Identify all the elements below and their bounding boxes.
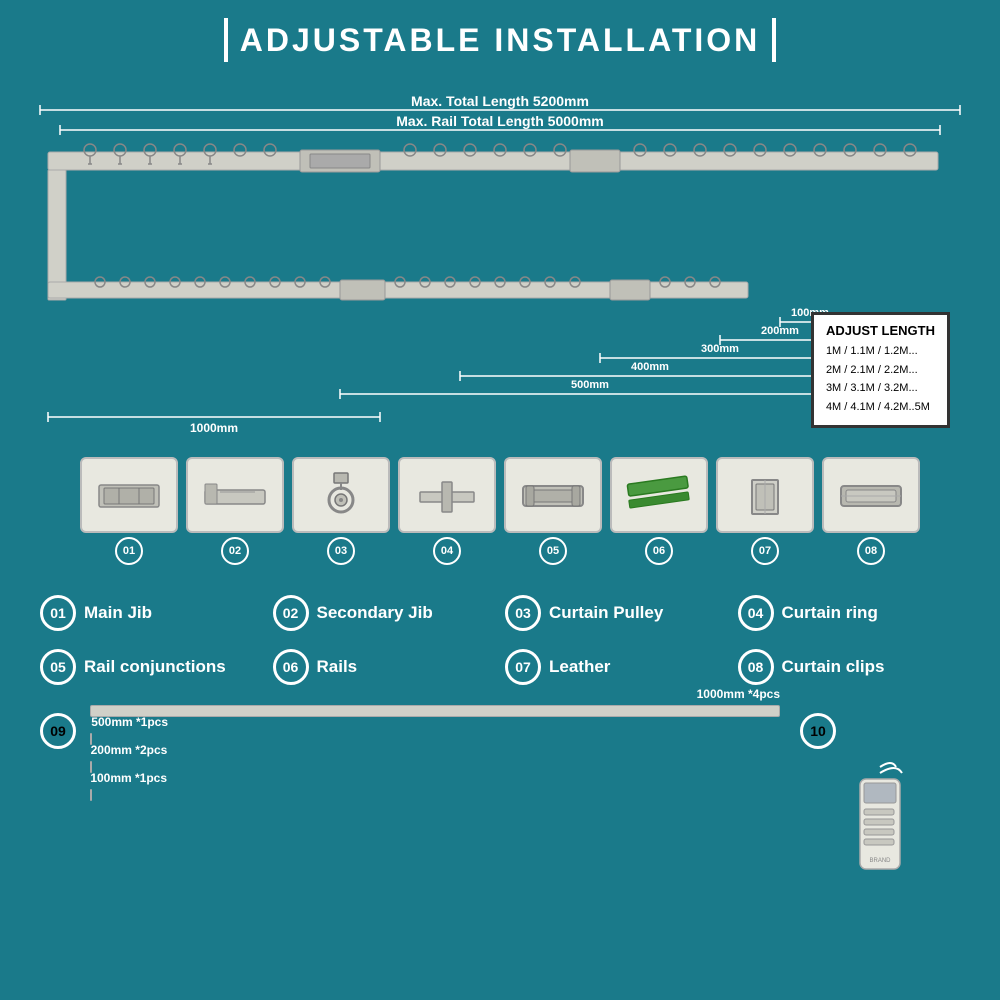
part-02-box: [186, 457, 284, 533]
part-08-icon: [836, 470, 906, 520]
part-04-num: 04: [433, 537, 461, 565]
part-06-num: 06: [645, 537, 673, 565]
bar-1000-label: 1000mm *4pcs: [697, 687, 780, 701]
label-07: 07 Leather: [505, 649, 728, 685]
circle-10: 10: [800, 713, 836, 749]
part-01-icon: [94, 470, 164, 520]
svg-text:Max. Rail Total Length 5000mm: Max. Rail Total Length 5000mm: [396, 113, 603, 129]
circle-08: 08: [738, 649, 774, 685]
label-02: 02 Secondary Jib: [273, 595, 496, 631]
part-02-icon: [200, 470, 270, 520]
label-03: 03 Curtain Pulley: [505, 595, 728, 631]
part-05-box: [504, 457, 602, 533]
part-02-container: 02: [186, 457, 284, 565]
part-07-icon: [730, 470, 800, 520]
part-02-num: 02: [221, 537, 249, 565]
circle-05: 05: [40, 649, 76, 685]
part-01-box: [80, 457, 178, 533]
circle-02: 02: [273, 595, 309, 631]
title-bar-right: [772, 18, 776, 62]
label-04: 04 Curtain ring: [738, 595, 961, 631]
adjust-line: 1M / 1.1M / 1.2M...: [826, 342, 935, 361]
part-08-box: [822, 457, 920, 533]
svg-text:300mm: 300mm: [701, 343, 739, 355]
label-08-text: Curtain clips: [782, 657, 885, 677]
label-03-text: Curtain Pulley: [549, 603, 663, 623]
part-03-num: 03: [327, 537, 355, 565]
adjust-line: 2M / 2.1M / 2.2M...: [826, 361, 935, 380]
part-08-num: 08: [857, 537, 885, 565]
adjust-line: 4M / 4.1M / 4.2M..5M: [826, 398, 935, 417]
label-01: 01 Main Jib: [40, 595, 263, 631]
part-03-container: 03: [292, 457, 390, 565]
parts-labels-grid: 01 Main Jib 02 Secondary Jib 03 Curtain …: [0, 565, 1000, 695]
part-03-icon: [306, 468, 376, 523]
railbar-100: 100mm *1pcs: [90, 789, 92, 801]
svg-text:Max. Total Length 5200mm: Max. Total Length 5200mm: [411, 93, 589, 109]
circle-03: 03: [505, 595, 541, 631]
part-07-num: 07: [751, 537, 779, 565]
adjust-title: ADJUST LENGTH: [826, 323, 935, 338]
bar-1000-visual: [90, 705, 780, 717]
label-06: 06 Rails: [273, 649, 496, 685]
part-05-icon: [518, 470, 588, 520]
part-05-container: 05: [504, 457, 602, 565]
section-09: 09 1000mm *4pcs 500mm *1pcs 200mm *2pcs …: [40, 705, 780, 835]
part-04-container: 04: [398, 457, 496, 565]
adjust-line: 3M / 3.1M / 3.2M...: [826, 379, 935, 398]
label-05: 05 Rail conjunctions: [40, 649, 263, 685]
part-06-box: [610, 457, 708, 533]
rail-bars-area: 1000mm *4pcs 500mm *1pcs 200mm *2pcs 100…: [90, 705, 780, 835]
part-01-container: 01: [80, 457, 178, 565]
svg-text:BRAND: BRAND: [869, 858, 891, 864]
title-bar: ADJUSTABLE INSTALLATION: [0, 0, 1000, 72]
circle-09: 09: [40, 713, 76, 749]
num-10-header: 10: [800, 713, 836, 749]
svg-text:200mm: 200mm: [761, 325, 799, 337]
circle-07: 07: [505, 649, 541, 685]
circle-04: 04: [738, 595, 774, 631]
label-01-text: Main Jib: [84, 603, 152, 623]
part-04-icon: [412, 470, 482, 520]
part-03-box: [292, 457, 390, 533]
label-07-text: Leather: [549, 657, 610, 677]
label-05-text: Rail conjunctions: [84, 657, 226, 677]
adjust-length-box: ADJUST LENGTH 1M / 1.1M / 1.2M...2M / 2.…: [811, 312, 950, 428]
label-08: 08 Curtain clips: [738, 649, 961, 685]
svg-text:500mm: 500mm: [571, 379, 609, 391]
adjust-lines: 1M / 1.1M / 1.2M...2M / 2.1M / 2.2M...3M…: [826, 342, 935, 417]
part-08-container: 08: [822, 457, 920, 565]
bar-100-visual: [90, 789, 92, 801]
parts-icons-row: 01 02 03: [0, 457, 1000, 565]
page-title: ADJUSTABLE INSTALLATION: [240, 22, 761, 59]
part-05-num: 05: [539, 537, 567, 565]
bar-100-label: 100mm *1pcs: [90, 771, 167, 785]
circle-06: 06: [273, 649, 309, 685]
part-04-box: [398, 457, 496, 533]
part-01-num: 01: [115, 537, 143, 565]
label-02-text: Secondary Jib: [317, 603, 433, 623]
part-06-container: 06: [610, 457, 708, 565]
part-07-container: 07: [716, 457, 814, 565]
remote-icon: BRAND: [840, 759, 920, 879]
bar-500-label: 500mm *1pcs: [91, 715, 168, 729]
label-06-text: Rails: [317, 657, 358, 677]
section-10: 10 BRAND: [800, 705, 960, 879]
circle-01: 01: [40, 595, 76, 631]
bottom-section: 09 1000mm *4pcs 500mm *1pcs 200mm *2pcs …: [0, 695, 1000, 879]
bar-200-label: 200mm *2pcs: [91, 743, 168, 757]
svg-text:1000mm: 1000mm: [190, 421, 238, 435]
part-06-icon: [624, 470, 694, 520]
svg-text:400mm: 400mm: [631, 361, 669, 373]
title-bar-left: [224, 18, 228, 62]
num-09: 09: [40, 705, 76, 749]
railbar-1000: 1000mm *4pcs: [90, 705, 780, 717]
label-04-text: Curtain ring: [782, 603, 878, 623]
diagram-area: Max. Total Length 5200mm Max. Rail Total…: [20, 72, 980, 452]
part-07-box: [716, 457, 814, 533]
